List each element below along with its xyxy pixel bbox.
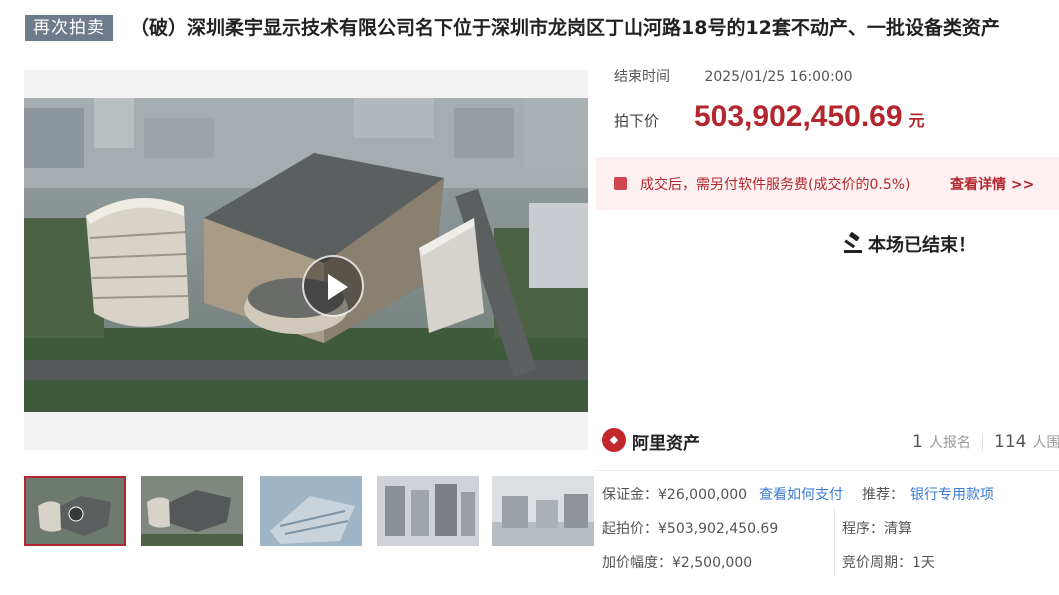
section-divider: [596, 470, 1059, 471]
deposit: 保证金：¥26,000,000: [602, 487, 748, 503]
end-time-label: 结束时间: [614, 69, 670, 85]
recommend-label: 推荐：: [862, 487, 904, 503]
aerial-photo: [24, 98, 588, 412]
reauction-tag: 再次拍卖: [25, 15, 113, 41]
divider: [982, 433, 983, 451]
views-count: 114 人围: [994, 432, 1059, 452]
main-media-viewer[interactable]: [24, 70, 588, 450]
fee-icon: [614, 177, 627, 190]
play-icon[interactable]: [302, 255, 364, 317]
gavel-icon: [844, 232, 862, 253]
page-title: （破）深圳柔宇显示技术有限公司名下位于深圳市龙岗区丁山河路18号的12套不动产、…: [130, 17, 1000, 39]
thumbnail-1[interactable]: [24, 476, 126, 546]
ended-panel: 本场已结束！: [596, 210, 1059, 415]
platform-row: ◆ 阿里资产 1 人报名 114 人围: [596, 416, 1059, 468]
price-row: 拍下价 503,902,450.69 元: [614, 100, 925, 134]
thumbnail-3[interactable]: [260, 476, 362, 546]
service-fee-bar: 成交后，需另付软件服务费(成交价的0.5%) 查看详情 >>: [596, 157, 1059, 210]
auction-ended-text: 本场已结束！: [868, 235, 976, 256]
thumbnail-5[interactable]: [492, 476, 594, 546]
thumbnail-strip: [24, 476, 594, 548]
bid-increment: 加价幅度：¥2,500,000: [602, 555, 753, 571]
platform-name: 阿里资产: [632, 434, 700, 454]
final-price: 503,902,450.69: [694, 100, 903, 133]
auction-details: 保证金：¥26,000,000 查看如何支付 推荐： 银行专用款项 起拍价：¥5…: [596, 476, 1059, 586]
bank-payment-link[interactable]: 银行专用款项: [910, 484, 994, 504]
price-label: 拍下价: [614, 112, 660, 130]
how-to-pay-link[interactable]: 查看如何支付: [759, 484, 843, 504]
ali-asset-logo: ◆: [602, 428, 626, 452]
column-divider: [834, 508, 835, 576]
fee-note: 成交后，需另付软件服务费(成交价的0.5%): [640, 177, 911, 193]
fee-details-link[interactable]: 查看详情 >>: [950, 174, 1034, 194]
bid-cycle: 竞价周期：1天: [842, 555, 935, 571]
thumbnail-2[interactable]: [141, 476, 243, 546]
title-bar: 再次拍卖 （破）深圳柔宇显示技术有限公司名下位于深圳市龙岗区丁山河路18号的12…: [0, 0, 1059, 56]
procedure: 程序：清算: [842, 521, 912, 537]
price-unit: 元: [908, 111, 925, 130]
thumbnail-4[interactable]: [377, 476, 479, 546]
end-time-value: 2025/01/25 16:00:00: [704, 69, 853, 85]
signup-count: 1 人报名: [912, 432, 971, 452]
start-price: 起拍价：¥503,902,450.69: [602, 521, 779, 537]
end-time-row: 结束时间 2025/01/25 16:00:00: [614, 66, 852, 86]
aerial-photo-illustration: [24, 98, 588, 412]
